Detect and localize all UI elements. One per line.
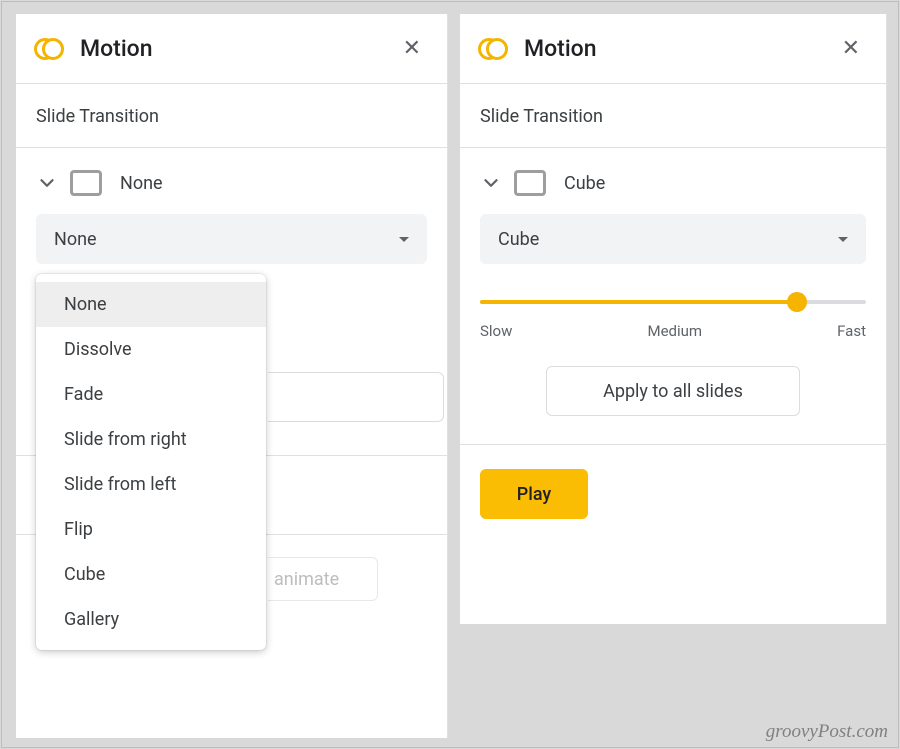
motion-panel-right: Motion ✕ Slide Transition Cube Cube Slow [460,14,887,624]
transition-select-value: Cube [498,229,539,250]
dropdown-option-flip[interactable]: Flip [36,507,266,552]
transition-current-label: Cube [564,173,605,194]
slider-label-medium: Medium [647,322,702,340]
slider-thumb[interactable] [787,292,807,312]
panel-header: Motion ✕ [16,14,447,84]
transition-current-label: None [120,173,163,194]
section-slide-transition: Slide Transition [16,84,447,148]
divider [460,444,886,445]
animate-button-obscured[interactable]: animate [268,557,378,601]
panel-header: Motion ✕ [460,14,886,84]
motion-icon [34,33,66,65]
play-label: Play [517,484,551,505]
section-slide-transition: Slide Transition [460,84,886,148]
dropdown-option-cube[interactable]: Cube [36,552,266,597]
transition-summary-row[interactable]: Cube [460,148,886,214]
animate-label-fragment: animate [274,569,339,590]
motion-panel-left: Motion ✕ Slide Transition None None None… [16,14,448,738]
caret-down-icon [838,237,848,242]
dropdown-option-fade[interactable]: Fade [36,372,266,417]
dropdown-option-slide-from-left[interactable]: Slide from left [36,462,266,507]
slider-labels: Slow Medium Fast [480,322,866,340]
close-icon[interactable]: ✕ [395,32,429,65]
transition-summary-row[interactable]: None [16,148,447,214]
transition-select[interactable]: None [36,214,427,264]
transition-dropdown: None Dissolve Fade Slide from right Slid… [36,274,266,650]
chevron-down-icon [480,172,502,194]
chevron-down-icon [36,172,58,194]
slide-icon [70,170,102,196]
slider-label-fast: Fast [837,322,866,340]
dropdown-option-gallery[interactable]: Gallery [36,597,266,642]
panel-title: Motion [524,35,834,62]
dropdown-option-none[interactable]: None [36,282,266,327]
dropdown-option-slide-from-right[interactable]: Slide from right [36,417,266,462]
motion-icon [478,33,510,65]
panel-title: Motion [80,35,395,62]
slide-icon [514,170,546,196]
dropdown-option-dissolve[interactable]: Dissolve [36,327,266,372]
apply-to-all-label: Apply to all slides [603,381,743,402]
watermark: groovyPost.com [766,721,888,743]
transition-select[interactable]: Cube [480,214,866,264]
caret-down-icon [399,237,409,242]
close-icon[interactable]: ✕ [834,32,868,65]
slider-track[interactable] [480,300,866,304]
slider-fill [480,300,797,304]
speed-slider: Slow Medium Fast [460,264,886,340]
play-button[interactable]: Play [480,469,588,519]
apply-to-all-button[interactable]: Apply to all slides [546,366,800,416]
apply-to-all-button-obscured[interactable] [268,372,444,422]
transition-select-value: None [54,229,97,250]
slider-label-slow: Slow [480,322,512,340]
